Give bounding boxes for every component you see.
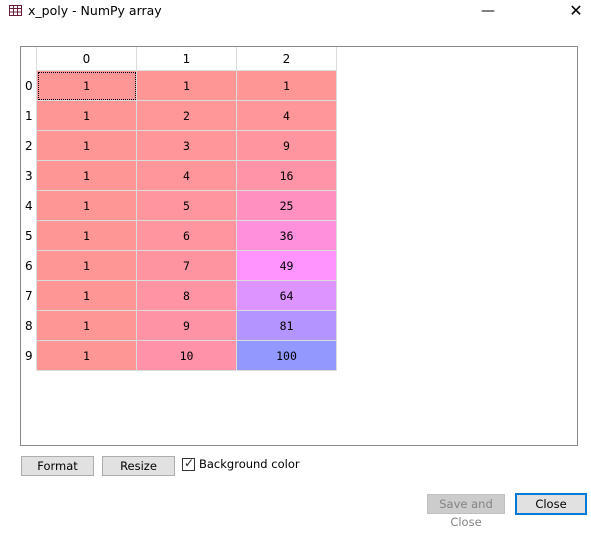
- table-cell[interactable]: 4: [236, 100, 337, 131]
- table-row: 6 1 7 49: [21, 250, 337, 281]
- corner-header: [21, 47, 37, 71]
- save-and-close-button[interactable]: Save and Close: [427, 494, 505, 529]
- table-cell[interactable]: 25: [236, 190, 337, 221]
- column-header-row: 012: [21, 47, 337, 71]
- row-header[interactable]: 3: [21, 160, 37, 191]
- table-row: 7 1 8 64: [21, 280, 337, 311]
- table-cell[interactable]: 1: [36, 280, 137, 311]
- row-header[interactable]: 2: [21, 130, 37, 161]
- table-cell[interactable]: 3: [136, 130, 237, 161]
- table-cell[interactable]: 1: [136, 70, 237, 101]
- minimize-button[interactable]: —: [478, 0, 498, 24]
- table-cell[interactable]: 1: [36, 100, 137, 131]
- table-cell[interactable]: 1: [36, 340, 137, 371]
- table-row: 3 1 4 16: [21, 160, 337, 191]
- table-cell[interactable]: 1: [36, 190, 137, 221]
- column-header[interactable]: 2: [236, 47, 337, 71]
- window-title: x_poly - NumPy array: [28, 3, 162, 18]
- row-header[interactable]: 6: [21, 250, 37, 281]
- row-header[interactable]: 9: [21, 340, 37, 371]
- checkbox-box[interactable]: ✓: [182, 456, 195, 471]
- resize-button[interactable]: Resize: [102, 456, 175, 476]
- array-grid: 012 0 1 1 1 1 1 2 4 2 1 3 9 3 1 4 16 4 1 5 25 5 1 6 36 6 1 7 49 7 1 8 6…: [21, 47, 337, 371]
- table-row: 1124: [21, 100, 337, 131]
- table-cell[interactable]: 16: [236, 160, 337, 191]
- array-table-view[interactable]: 012 0 1 1 1 1 1 2 4 2 1 3 9 3 1 4 16 4 1 5 25 5 1 6 36 6 1 7 49 7 1 8 6…: [20, 46, 578, 446]
- row-header[interactable]: 5: [21, 220, 37, 251]
- table-cell[interactable]: 1: [36, 130, 137, 161]
- row-header[interactable]: 8: [21, 310, 37, 341]
- table-cell[interactable]: 4: [136, 160, 237, 191]
- table-row: 4 1 5 25: [21, 190, 337, 221]
- table-cell[interactable]: 2: [136, 100, 237, 131]
- table-cell[interactable]: 1: [36, 70, 137, 101]
- row-header[interactable]: 7: [21, 280, 37, 311]
- background-color-label: Background color: [199, 457, 300, 471]
- table-cell[interactable]: 36: [236, 220, 337, 251]
- table-cell[interactable]: 49: [236, 250, 337, 281]
- close-button[interactable]: Close: [515, 493, 587, 515]
- table-grid-icon: [9, 5, 22, 16]
- table-cell[interactable]: 1: [36, 250, 137, 281]
- title-bar: x_poly - NumPy array — ✕: [0, 0, 591, 24]
- table-row: 5 1 6 36: [21, 220, 337, 251]
- table-cell[interactable]: 81: [236, 310, 337, 341]
- checkmark-icon: ✓: [184, 456, 195, 470]
- table-cell[interactable]: 6: [136, 220, 237, 251]
- table-cell[interactable]: 100: [236, 340, 337, 371]
- table-cell[interactable]: 1: [36, 160, 137, 191]
- table-row: 2139: [21, 130, 337, 161]
- table-cell[interactable]: 5: [136, 190, 237, 221]
- table-cell[interactable]: 8: [136, 280, 237, 311]
- table-row: 9 1 10 100: [21, 340, 337, 371]
- row-header[interactable]: 4: [21, 190, 37, 221]
- table-cell[interactable]: 64: [236, 280, 337, 311]
- table-cell[interactable]: 1: [36, 220, 137, 251]
- format-button[interactable]: Format: [21, 456, 94, 476]
- row-header[interactable]: 1: [21, 100, 37, 131]
- table-cell[interactable]: 7: [136, 250, 237, 281]
- table-cell[interactable]: 1: [36, 310, 137, 341]
- table-cell[interactable]: 1: [236, 70, 337, 101]
- table-row: 0111: [21, 70, 337, 101]
- close-window-button[interactable]: ✕: [566, 0, 586, 24]
- column-header[interactable]: 0: [36, 47, 137, 71]
- table-cell[interactable]: 9: [236, 130, 337, 161]
- column-header[interactable]: 1: [136, 47, 237, 71]
- row-header[interactable]: 0: [21, 70, 37, 101]
- table-cell[interactable]: 10: [136, 340, 237, 371]
- table-cell[interactable]: 9: [136, 310, 237, 341]
- table-row: 8 1 9 81: [21, 310, 337, 341]
